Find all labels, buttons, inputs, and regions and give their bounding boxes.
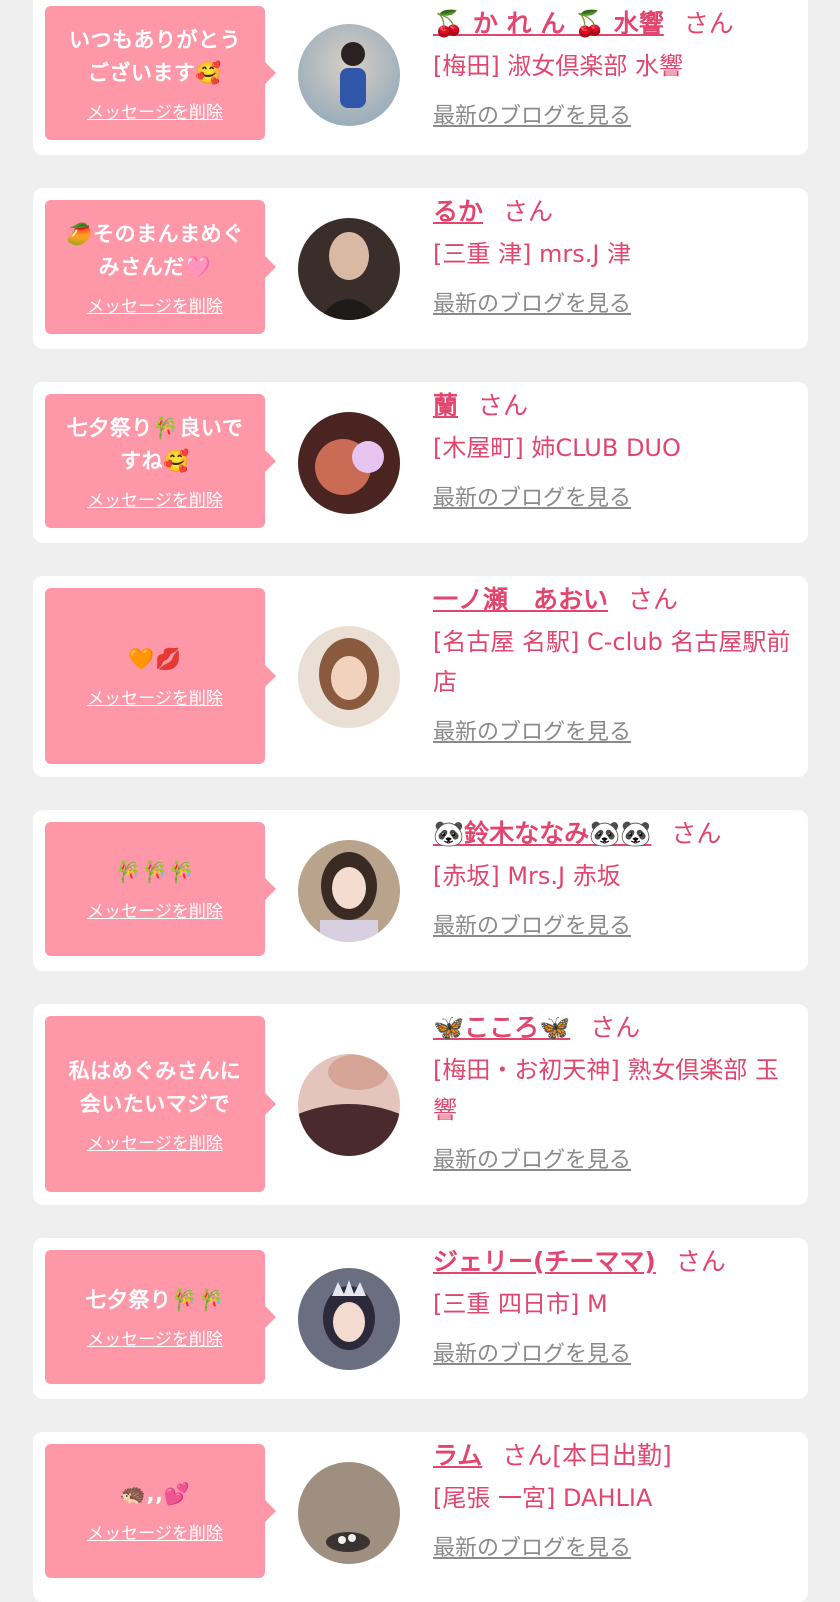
delete-message-link[interactable]: メッセージを削除 [87,1519,223,1544]
store-info: [赤坂] Mrs.J 赤坂 [433,862,621,890]
profile-info: ラム さん[本日出勤] [尾張 一宮] DAHLIA 最新のブログを見る [433,1436,798,1562]
delete-message-link[interactable]: メッセージを削除 [87,1325,223,1350]
message-card: 🧡💋 メッセージを削除 一ノ瀬 あおい さん [名古屋 名駅] C-club 名古… [33,576,808,777]
avatar[interactable] [298,1462,400,1564]
name-row: 🍒 か れ ん 🍒 水響 さん [433,4,798,44]
honorific: さん [671,819,722,848]
avatar[interactable] [298,840,400,942]
message-card: 七夕祭り🎋良いで すね🥰 メッセージを削除 蘭さん [木屋町] 姉CLUB DU… [33,382,808,543]
store-info: [三重 津] mrs.J 津 [433,240,632,268]
message-list: いつもありがとう ございます🥰 メッセージを削除 🍒 か れ ん 🍒 水響 さん … [0,0,840,1602]
delete-message-link[interactable]: メッセージを削除 [87,98,223,123]
avatar[interactable] [298,1268,400,1370]
delete-message-link[interactable]: メッセージを削除 [87,684,223,709]
message-text: 私はめぐみさんに 会いたいマジで [68,1058,242,1116]
message-bubble: いつもありがとう ございます🥰 メッセージを削除 [45,6,276,140]
profile-name-link[interactable]: 🐼鈴木ななみ🐼🐼 [433,819,651,848]
message-bubble: 七夕祭り🎋良いで すね🥰 メッセージを削除 [45,394,276,528]
delete-message-link[interactable]: メッセージを削除 [87,1129,223,1154]
message-card: 🦔,,💕 メッセージを削除 ラム さん[本日出勤] [尾張 一宮] DAHLIA … [33,1432,808,1602]
latest-blog-link[interactable]: 最新のブログを見る [433,286,631,318]
avatar[interactable] [298,1054,400,1156]
honorific: さん [628,585,679,614]
profile-name-link[interactable]: 🦋こころ🦋 [433,1013,570,1042]
store-info: [尾張 一宮] DAHLIA [433,1484,653,1512]
honorific: さん [503,197,554,226]
latest-blog-link[interactable]: 最新のブログを見る [433,1142,631,1174]
store-info: [木屋町] 姉CLUB DUO [433,434,681,462]
honorific: さん [478,391,529,420]
delete-message-link[interactable]: メッセージを削除 [87,897,223,922]
name-row: ジェリー(チーママ) さん [433,1242,798,1282]
profile-name-link[interactable]: 一ノ瀬 あおい [433,585,608,614]
honorific: さん [683,9,734,38]
profile-name-link[interactable]: ラム [433,1441,482,1470]
honorific: さん[本日出勤] [502,1441,672,1470]
honorific: さん [675,1247,726,1276]
store-info: [三重 四日市] M [433,1290,608,1318]
message-text: 🦔,,💕 [119,1482,191,1506]
avatar[interactable] [298,626,400,728]
message-text: 七夕祭り🎋🎋 [85,1288,225,1312]
message-bubble: 🦔,,💕 メッセージを削除 [45,1444,276,1578]
name-row: ラム さん[本日出勤] [433,1436,798,1476]
latest-blog-link[interactable]: 最新のブログを見る [433,714,631,746]
avatar[interactable] [298,24,400,126]
name-row: 蘭さん [433,386,798,426]
profile-name-link[interactable]: ジェリー(チーママ) [433,1247,656,1276]
message-text: 🎋🎋🎋 [115,860,195,884]
message-text: 🧡💋 [128,647,182,671]
avatar[interactable] [298,412,400,514]
name-row: 一ノ瀬 あおい さん [433,580,798,620]
latest-blog-link[interactable]: 最新のブログを見る [433,98,631,130]
message-bubble: 私はめぐみさんに 会いたいマジで メッセージを削除 [45,1016,276,1192]
profile-info: 蘭さん [木屋町] 姉CLUB DUO 最新のブログを見る [433,386,798,512]
profile-info: ジェリー(チーママ) さん [三重 四日市] M 最新のブログを見る [433,1242,798,1368]
store-info: [梅田] 淑女倶楽部 水響 [433,52,683,80]
store-info: [梅田・お初天神] 熟女倶楽部 玉響 [433,1056,779,1124]
message-text: 🥭そのまんまめぐ みさんだ🩷 [66,221,244,279]
latest-blog-link[interactable]: 最新のブログを見る [433,1530,631,1562]
message-text: 七夕祭り🎋良いで すね🥰 [66,415,244,473]
avatar[interactable] [298,218,400,320]
message-bubble: 🎋🎋🎋 メッセージを削除 [45,822,276,956]
profile-name-link[interactable]: 蘭 [433,391,458,420]
profile-name-link[interactable]: るか [433,197,483,226]
profile-info: 一ノ瀬 あおい さん [名古屋 名駅] C-club 名古屋駅前店 最新のブログを… [433,580,798,746]
message-bubble: 🧡💋 メッセージを削除 [45,588,276,764]
message-card: 七夕祭り🎋🎋 メッセージを削除 ジェリー(チーママ) さん [三重 四日市] M … [33,1238,808,1399]
profile-name-link[interactable]: 🍒 か れ ん 🍒 水響 [433,9,664,38]
message-card: いつもありがとう ございます🥰 メッセージを削除 🍒 か れ ん 🍒 水響 さん … [33,0,808,155]
message-bubble: 🥭そのまんまめぐ みさんだ🩷 メッセージを削除 [45,200,276,334]
message-card: 🥭そのまんまめぐ みさんだ🩷 メッセージを削除 るか さん [三重 津] mrs.… [33,188,808,349]
honorific: さん [590,1013,641,1042]
message-card: 🎋🎋🎋 メッセージを削除 🐼鈴木ななみ🐼🐼 さん [赤坂] Mrs.J 赤坂 最新… [33,810,808,971]
delete-message-link[interactable]: メッセージを削除 [87,292,223,317]
name-row: るか さん [433,192,798,232]
latest-blog-link[interactable]: 最新のブログを見る [433,480,631,512]
message-card: 私はめぐみさんに 会いたいマジで メッセージを削除 🦋こころ🦋 さん [梅田・お初… [33,1004,808,1205]
name-row: 🦋こころ🦋 さん [433,1008,798,1048]
profile-info: 🍒 か れ ん 🍒 水響 さん [梅田] 淑女倶楽部 水響 最新のブログを見る [433,4,798,130]
profile-info: るか さん [三重 津] mrs.J 津 最新のブログを見る [433,192,798,318]
latest-blog-link[interactable]: 最新のブログを見る [433,1336,631,1368]
profile-info: 🐼鈴木ななみ🐼🐼 さん [赤坂] Mrs.J 赤坂 最新のブログを見る [433,814,798,940]
latest-blog-link[interactable]: 最新のブログを見る [433,908,631,940]
name-row: 🐼鈴木ななみ🐼🐼 さん [433,814,798,854]
message-bubble: 七夕祭り🎋🎋 メッセージを削除 [45,1250,276,1384]
message-text: いつもありがとう ございます🥰 [69,27,241,85]
profile-info: 🦋こころ🦋 さん [梅田・お初天神] 熟女倶楽部 玉響 最新のブログを見る [433,1008,798,1174]
store-info: [名古屋 名駅] C-club 名古屋駅前店 [433,628,791,696]
delete-message-link[interactable]: メッセージを削除 [87,486,223,511]
